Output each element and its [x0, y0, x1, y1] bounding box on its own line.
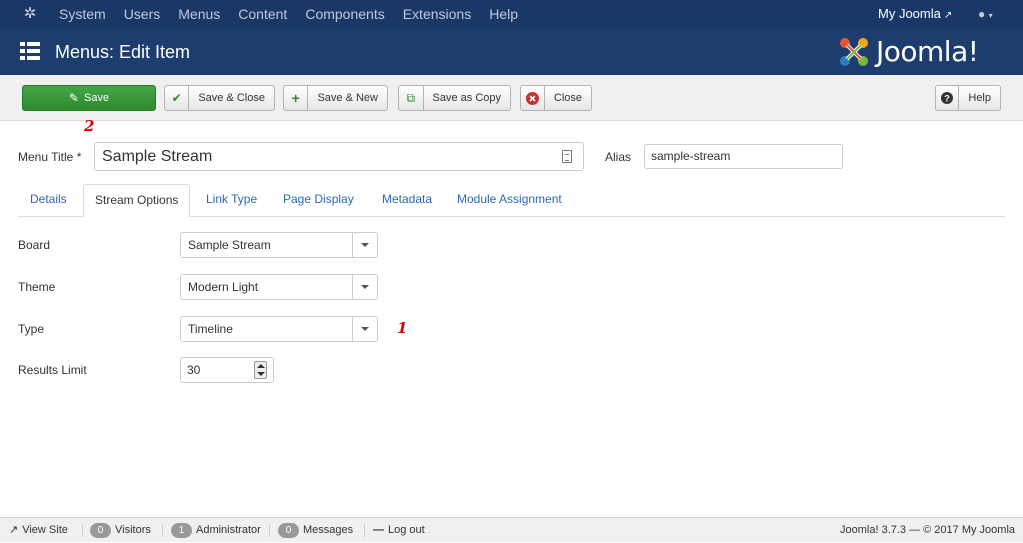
type-value: Timeline [188, 322, 233, 336]
menu-users[interactable]: Users [124, 0, 161, 28]
note-icon [562, 150, 572, 163]
help-icon: ? [936, 86, 960, 110]
theme-value: Modern Light [188, 280, 259, 294]
joomla-logo-icon [840, 38, 868, 66]
visitors-label: Visitors [115, 524, 151, 536]
logout-label: Log out [388, 524, 425, 536]
alias-input[interactable]: sample-stream [644, 144, 843, 169]
chevron-down-icon: ▾ [988, 11, 993, 20]
divider [162, 524, 163, 537]
chevron-down-icon [352, 317, 377, 341]
type-label: Type [18, 322, 45, 336]
tab-page-display[interactable]: Page Display [272, 184, 365, 217]
save-copy-button[interactable]: ⧉ Save as Copy [398, 85, 511, 111]
menu-title-input[interactable]: Sample Stream [94, 142, 584, 171]
board-select[interactable]: Sample Stream [180, 232, 378, 258]
svg-text:?: ? [944, 94, 950, 104]
menu-extensions[interactable]: Extensions [403, 0, 471, 28]
administrator-badge: 1 [171, 523, 192, 538]
menu-title-label: Menu Title * [18, 150, 82, 164]
save-button[interactable]: ✎ Save [22, 85, 156, 111]
divider [269, 524, 270, 537]
close-icon [521, 86, 545, 110]
site-link[interactable]: My Joomla ↗ [878, 0, 952, 30]
logout-link[interactable]: — Log out [373, 518, 425, 543]
tab-link-type[interactable]: Link Type [195, 184, 268, 217]
site-link-label: My Joomla [878, 6, 941, 21]
edit-icon: ✎ [68, 91, 79, 105]
save-copy-label: Save as Copy [432, 92, 501, 104]
visitors-badge: 0 [90, 523, 111, 538]
joomla-logo: Joomla! [836, 34, 1006, 70]
main-menu: System Users Menus Content Components Ex… [59, 0, 536, 28]
tab-stream-options[interactable]: Stream Options [83, 184, 191, 218]
user-icon: ● [978, 7, 986, 21]
copyright-text: Joomla! 3.7.3 — © 2017 My Joomla [840, 524, 1016, 536]
admin-topbar: ✲ System Users Menus Content Components … [0, 0, 1023, 28]
save-new-button[interactable]: + Save & New [283, 85, 388, 111]
results-limit-input[interactable]: 30 [180, 357, 274, 383]
toolbar: ✎ Save ✔ Save & Close + Save & New ⧉ Sav… [0, 75, 1023, 121]
chevron-down-icon [352, 275, 377, 299]
help-label: Help [968, 92, 991, 104]
board-label: Board [18, 238, 51, 252]
type-select[interactable]: Timeline [180, 316, 378, 342]
annotation-marker-type: 1 [397, 319, 408, 337]
save-close-label: Save & Close [198, 92, 265, 104]
menu-help[interactable]: Help [489, 0, 518, 28]
page-title: Menus: Edit Item [55, 42, 191, 62]
messages-link[interactable]: 0 Messages [278, 518, 353, 543]
theme-select[interactable]: Modern Light [180, 274, 378, 300]
view-site-link[interactable]: ↗ View Site [9, 518, 68, 543]
save-button-label: Save [83, 92, 110, 104]
tab-bar: Details Stream Options Link Type Page Di… [18, 184, 1005, 218]
tab-module-assignment[interactable]: Module Assignment [446, 184, 573, 217]
visitors-status: 0 Visitors [90, 518, 151, 543]
results-limit-label: Results Limit [18, 363, 87, 377]
copy-icon: ⧉ [399, 86, 424, 110]
menu-list-icon [20, 42, 40, 60]
help-button[interactable]: ? Help [935, 85, 1001, 111]
user-menu[interactable]: ● ▾ [978, 0, 993, 30]
menu-title-value: Sample Stream [102, 148, 213, 165]
check-icon: ✔ [165, 86, 190, 110]
save-close-button[interactable]: ✔ Save & Close [164, 85, 275, 111]
tab-details[interactable]: Details [19, 184, 78, 217]
menu-system[interactable]: System [59, 0, 106, 28]
menu-menus[interactable]: Menus [178, 0, 220, 28]
results-limit-value: 30 [187, 363, 201, 377]
divider [364, 524, 365, 537]
plus-icon: + [284, 86, 309, 110]
external-link-icon: ↗ [943, 10, 953, 21]
annotation-marker-save: 2 [84, 117, 95, 135]
menu-content[interactable]: Content [238, 0, 287, 28]
messages-label: Messages [303, 524, 354, 536]
external-link-icon: ↗ [9, 524, 19, 536]
messages-badge: 0 [278, 523, 299, 538]
close-button[interactable]: Close [520, 85, 592, 111]
joomla-logo-text: Joomla! [876, 35, 979, 68]
theme-label: Theme [18, 280, 56, 294]
close-label: Close [553, 92, 582, 104]
status-bar: ↗ View Site 0 Visitors 1 Administrator 0… [0, 517, 1023, 542]
administrator-status: 1 Administrator [171, 518, 261, 543]
page-header: Menus: Edit Item Joomla! [0, 28, 1023, 75]
administrator-label: Administrator [196, 524, 261, 536]
minus-icon: — [373, 524, 384, 536]
number-spinner[interactable] [254, 361, 267, 379]
chevron-down-icon [352, 233, 377, 257]
tab-metadata[interactable]: Metadata [371, 184, 443, 217]
save-new-label: Save & New [317, 92, 378, 104]
divider [82, 524, 83, 537]
alias-label: Alias [605, 150, 632, 164]
menu-components[interactable]: Components [305, 0, 384, 28]
view-site-label: View Site [22, 524, 68, 536]
board-value: Sample Stream [188, 238, 271, 252]
joomla-icon[interactable]: ✲ [20, 5, 40, 23]
